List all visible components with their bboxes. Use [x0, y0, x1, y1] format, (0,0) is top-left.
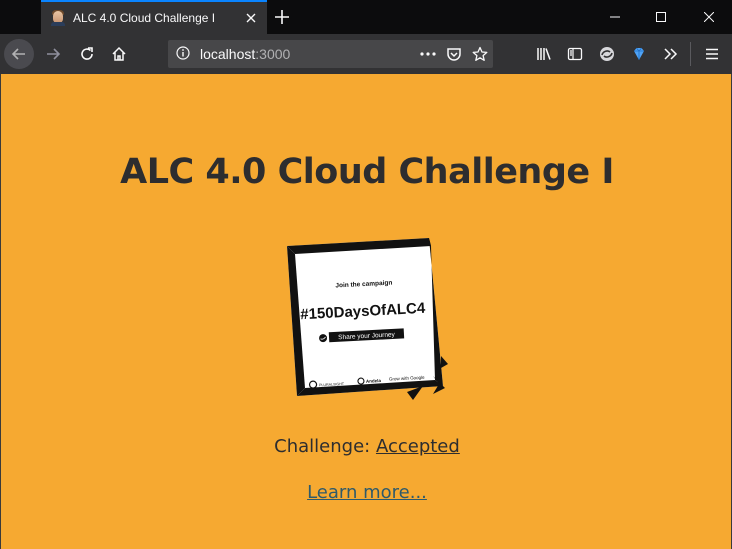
- learn-more-paragraph: Learn more...: [1, 482, 732, 503]
- hamburger-menu-icon[interactable]: [698, 40, 726, 68]
- toolbar-separator: [690, 42, 691, 66]
- maximize-icon[interactable]: [638, 0, 684, 34]
- info-icon[interactable]: [176, 45, 190, 64]
- challenge-label: Challenge:: [274, 436, 376, 457]
- window-close-icon[interactable]: [686, 0, 732, 34]
- tab-close-icon[interactable]: [241, 8, 261, 28]
- reload-icon[interactable]: [72, 39, 102, 69]
- navigation-toolbar: localhost:3000: [0, 34, 732, 74]
- url-text[interactable]: localhost:3000: [200, 46, 415, 62]
- sidebar-icon[interactable]: [561, 40, 589, 68]
- page-actions-icon[interactable]: [415, 41, 441, 67]
- tab-favicon: [51, 10, 65, 26]
- forward-arrow-icon[interactable]: [38, 39, 68, 69]
- pocket-icon[interactable]: [441, 41, 467, 67]
- page-content: ALC 4.0 Cloud Challenge I Join the campa…: [0, 74, 732, 549]
- sync-icon[interactable]: [593, 40, 621, 68]
- tab-title: ALC 4.0 Cloud Challenge I: [73, 11, 216, 25]
- new-tab-icon[interactable]: [270, 5, 294, 29]
- extension-gem-icon[interactable]: [625, 40, 653, 68]
- back-arrow-icon[interactable]: [4, 39, 34, 69]
- address-bar[interactable]: localhost:3000: [168, 40, 493, 68]
- learn-more-link[interactable]: Learn more...: [307, 482, 427, 503]
- library-icon[interactable]: [530, 40, 558, 68]
- bookmark-star-icon[interactable]: [467, 41, 493, 67]
- overflow-chevron-icon[interactable]: [657, 40, 685, 68]
- minimize-icon[interactable]: [592, 0, 638, 34]
- home-icon[interactable]: [104, 39, 134, 69]
- active-tab[interactable]: ALC 4.0 Cloud Challenge I: [41, 0, 267, 34]
- url-port: :3000: [255, 46, 291, 62]
- accepted-link[interactable]: Accepted: [376, 436, 460, 457]
- campaign-poster: Join the campaign #150DaysOfALC4 Share y…: [283, 236, 449, 402]
- poster-logo-andela: Andela: [366, 378, 382, 384]
- challenge-status: Challenge: Accepted: [1, 436, 732, 457]
- url-host: localhost: [200, 46, 256, 62]
- tab-strip: ALC 4.0 Cloud Challenge I: [0, 0, 732, 34]
- page-heading: ALC 4.0 Cloud Challenge I: [120, 152, 614, 192]
